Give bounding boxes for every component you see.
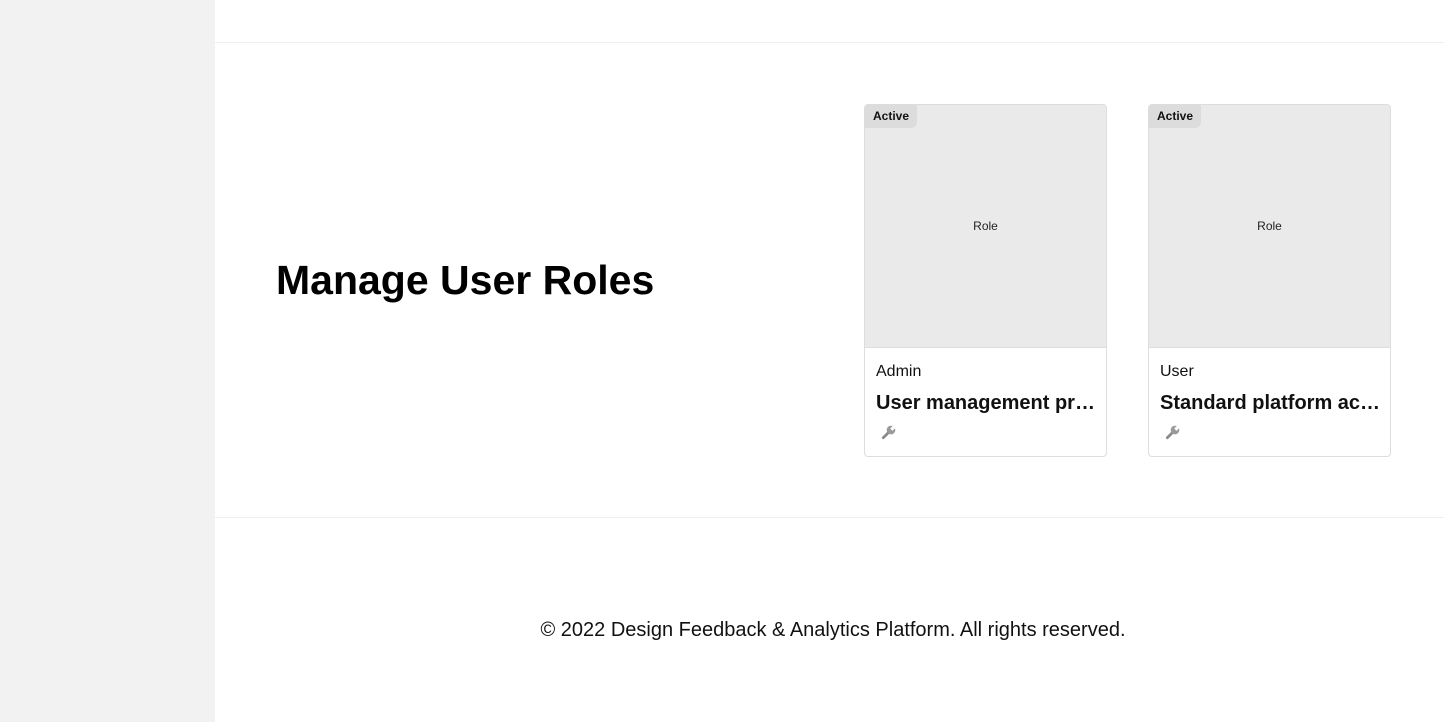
role-image-label: Role (973, 219, 998, 233)
wrench-icon[interactable] (878, 423, 898, 443)
role-name: Admin (876, 363, 922, 380)
wrench-icon[interactable] (1162, 423, 1182, 443)
page-title: Manage User Roles (276, 257, 655, 303)
main-content: Manage User Roles Role Active Admin User… (215, 0, 1444, 722)
role-card-admin[interactable]: Role Active Admin User management privil… (864, 104, 1107, 457)
role-image-label: Role (1257, 219, 1282, 233)
sidebar (0, 0, 215, 722)
role-name: User (1160, 363, 1194, 380)
roles-section: Manage User Roles Role Active Admin User… (215, 43, 1444, 518)
copyright-text: © 2022 Design Feedback & Analytics Platf… (540, 619, 1126, 641)
role-description: Standard platform access (1160, 392, 1382, 414)
role-description: User management privileges (876, 392, 1098, 414)
role-image-placeholder: Role (865, 105, 1106, 348)
footer: © 2022 Design Feedback & Analytics Platf… (215, 518, 1444, 722)
role-card-user[interactable]: Role Active User Standard platform acces… (1148, 104, 1391, 457)
header-bar (215, 0, 1444, 43)
status-badge: Active (1149, 105, 1202, 128)
role-image-placeholder: Role (1149, 105, 1390, 348)
status-badge: Active (865, 105, 918, 128)
